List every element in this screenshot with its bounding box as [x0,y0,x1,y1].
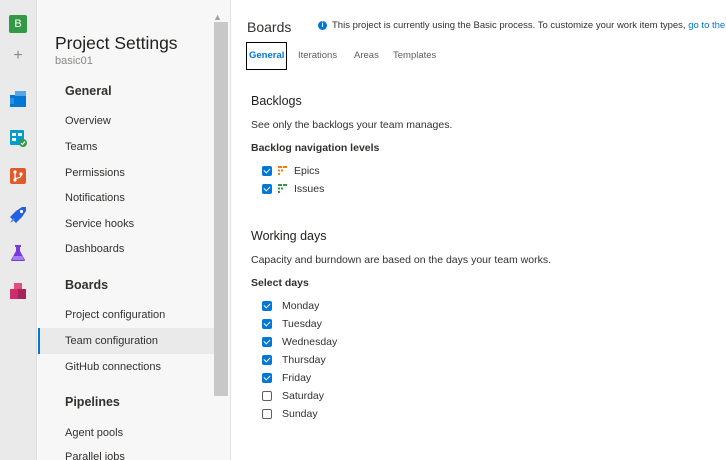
tuesday-checkbox[interactable] [262,319,272,329]
nav-group-pipelines: Pipelines [65,395,120,409]
overview-icon[interactable] [9,90,27,108]
epic-icon [278,166,287,175]
organization-avatar[interactable]: B [9,15,27,33]
wednesday-checkbox[interactable] [262,337,272,347]
nav-item-team-configuration[interactable]: Team configuration [38,328,214,354]
backlog-levels-label: Backlog navigation levels [251,142,380,154]
nav-item-overview[interactable]: Overview [38,108,214,134]
customize-process-link[interactable]: go to the [688,20,725,31]
thursday-checkbox[interactable] [262,355,272,365]
nav-group-boards: Boards [65,278,109,292]
nav-item-project-configuration[interactable]: Project configuration [38,302,214,328]
working-days-heading: Working days [251,229,327,243]
tab-general[interactable]: General [246,42,288,70]
settings-nav: ▲ Project Settings basic01 General Overv… [38,0,231,460]
tab-templates[interactable]: Templates [393,42,436,70]
friday-checkbox[interactable] [262,373,272,383]
banner-text: This project is currently using the Basi… [332,20,689,31]
tuesday-label: Tuesday [282,318,322,330]
issues-label: Issues [294,183,325,195]
nav-item-service-hooks[interactable]: Service hooks [38,211,214,237]
backlogs-heading: Backlogs [251,94,302,108]
new-project-button[interactable]: + [10,48,26,64]
main-content: Boards i This project is currently using … [232,0,726,460]
sunday-label: Sunday [282,408,318,420]
info-icon: i [318,20,327,30]
nav-group-general: General [65,84,112,98]
saturday-label: Saturday [282,390,325,402]
pipelines-icon[interactable] [9,206,27,224]
nav-item-dashboards[interactable]: Dashboards [38,236,214,262]
working-days-description: Capacity and burndown are based on the d… [251,254,552,266]
nav-item-agent-pools[interactable]: Agent pools [38,420,214,446]
nav-item-teams[interactable]: Teams [38,134,214,160]
select-days-label: Select days [251,277,309,289]
tab-iterations[interactable]: Iterations [298,42,337,70]
app-rail: B + [0,0,37,460]
sunday-checkbox[interactable] [262,409,272,419]
project-name: basic01 [55,55,93,67]
nav-item-parallel-jobs[interactable]: Parallel jobs [38,444,214,460]
process-info-banner: i This project is currently using the Bas… [318,20,726,34]
scroll-up-arrow-icon[interactable]: ▲ [213,12,222,22]
monday-label: Monday [282,300,320,312]
nav-title: Project Settings [55,33,178,53]
epics-checkbox[interactable] [262,166,272,176]
nav-item-permissions[interactable]: Permissions [38,160,214,186]
page-title: Boards [247,19,292,35]
backlogs-description: See only the backlogs your team manages. [251,119,453,131]
friday-label: Friday [282,372,312,384]
monday-checkbox[interactable] [262,301,272,311]
test-plans-icon[interactable] [9,244,27,262]
nav-item-github-connections[interactable]: GitHub connections [38,354,214,380]
wednesday-label: Wednesday [282,336,338,348]
repos-icon[interactable] [9,167,27,185]
nav-item-notifications[interactable]: Notifications [38,185,214,211]
thursday-label: Thursday [282,354,326,366]
artifacts-icon[interactable] [9,282,27,300]
issue-icon [278,184,287,193]
saturday-checkbox[interactable] [262,391,272,401]
boards-icon[interactable] [9,129,27,147]
app-window: B + ▲ Project Settings basic01 General O… [0,0,726,460]
tab-areas[interactable]: Areas [354,42,379,70]
epics-label: Epics [294,165,320,177]
nav-scrollbar[interactable] [214,22,228,396]
issues-checkbox[interactable] [262,184,272,194]
